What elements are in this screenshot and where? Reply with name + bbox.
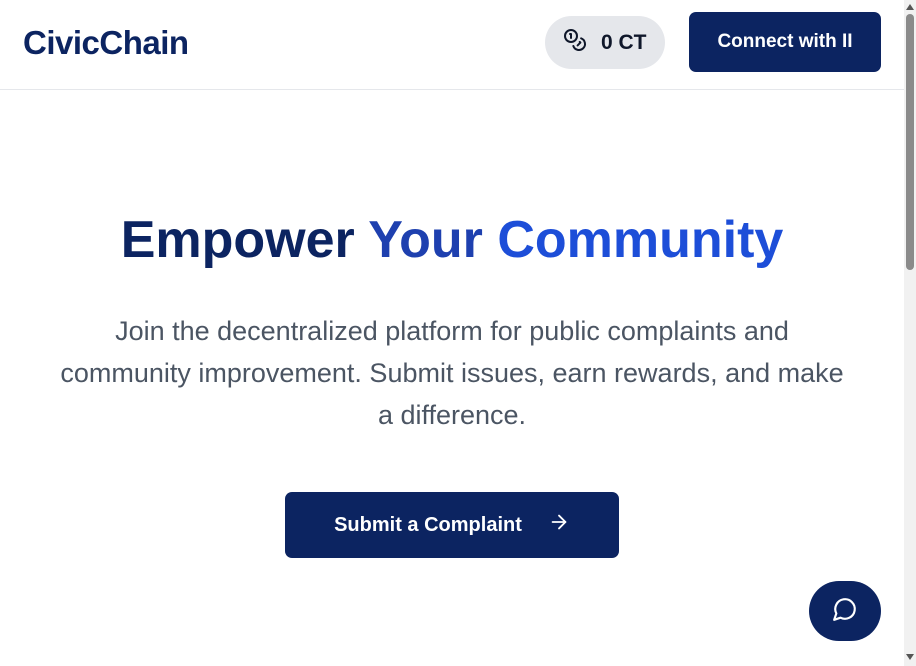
token-balance-pill[interactable]: 0 CT xyxy=(545,16,665,69)
hero-title-part2: Your xyxy=(368,211,483,269)
hero-title-part1: Empower xyxy=(120,211,355,269)
vertical-scrollbar[interactable] xyxy=(904,0,916,666)
hero-title: Empower Your Community xyxy=(0,210,904,270)
arrow-right-icon xyxy=(522,511,570,539)
submit-complaint-label: Submit a Complaint xyxy=(334,513,522,536)
scroll-down-arrow-icon[interactable] xyxy=(906,654,914,660)
submit-complaint-button[interactable]: Submit a Complaint xyxy=(285,492,619,558)
hero-subtitle: Join the decentralized platform for publ… xyxy=(60,316,844,430)
token-balance-text: 0 CT xyxy=(601,30,647,54)
brand-logo[interactable]: CivicChain xyxy=(23,24,189,62)
connect-wallet-button[interactable]: Connect with II xyxy=(689,12,881,72)
top-navbar: CivicChain 0 CT Connect with II xyxy=(0,0,904,90)
scrollbar-thumb[interactable] xyxy=(906,14,914,270)
chat-bubble-icon xyxy=(832,596,858,627)
chat-button[interactable] xyxy=(809,581,881,641)
scroll-up-arrow-icon[interactable] xyxy=(906,4,914,10)
coins-icon xyxy=(563,28,587,57)
hero-title-part3: Community xyxy=(497,211,784,269)
